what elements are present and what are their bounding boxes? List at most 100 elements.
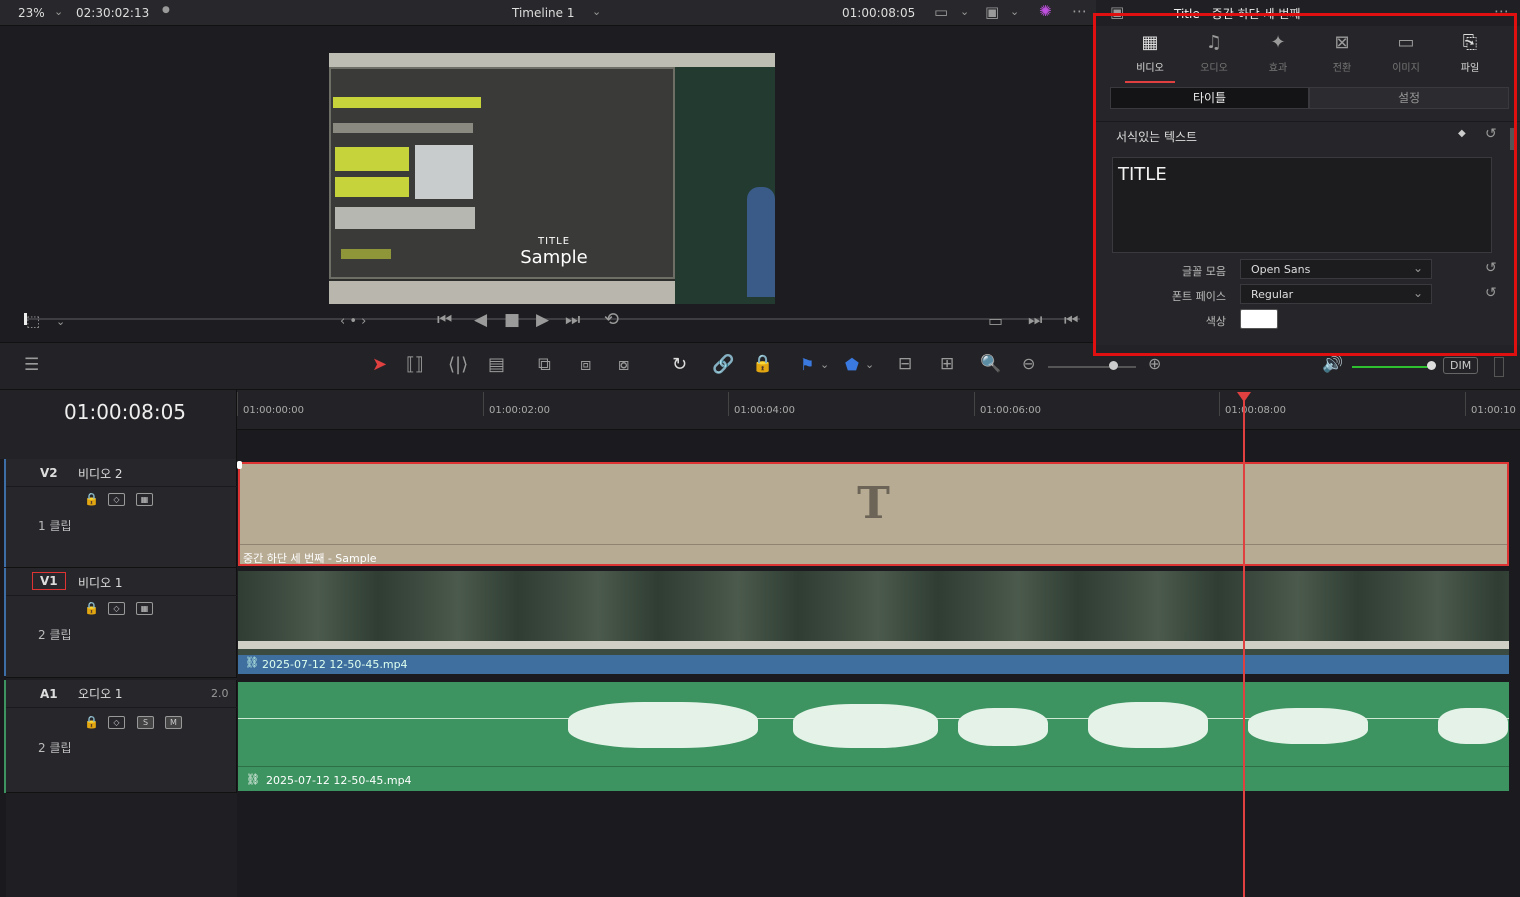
chevron-down-icon[interactable]: ⌄: [1010, 6, 1019, 17]
monitor-stand: [329, 281, 675, 304]
replace-clip-icon[interactable]: ⧇: [618, 356, 629, 374]
timeline-spacer: [237, 430, 1520, 459]
timeline-header: 01:00:08:05: [0, 390, 237, 459]
ruler-tick: 01:00:08:00: [1225, 405, 1287, 416]
waveform: [1248, 708, 1368, 744]
track-enable-icon[interactable]: ▦: [136, 493, 153, 506]
linked-selection-icon[interactable]: 🔗: [712, 356, 734, 374]
zoom-slider[interactable]: [1048, 366, 1136, 368]
overwrite-clip-icon[interactable]: ⧈: [580, 356, 591, 374]
presenter: [747, 187, 775, 297]
volume-slider[interactable]: [1352, 366, 1432, 368]
timeline-options-icon[interactable]: ☰: [24, 357, 39, 374]
playhead-handle[interactable]: [1237, 392, 1251, 402]
ruler-tick: 01:00:10: [1471, 405, 1516, 416]
color-wheel-icon[interactable]: ✺: [1039, 4, 1052, 19]
auto-select-icon[interactable]: ◇: [108, 493, 125, 506]
hq-icon[interactable]: ▣: [985, 5, 999, 20]
go-to-end-icon[interactable]: ⏭: [565, 312, 580, 329]
zoom-custom-icon[interactable]: 🔍: [980, 356, 1001, 373]
play-reverse-icon[interactable]: ◀: [474, 312, 487, 329]
highlight-frame: [1093, 13, 1517, 356]
clip-handle[interactable]: [237, 461, 242, 469]
dim-button[interactable]: DIM: [1443, 357, 1479, 374]
green-wall: [675, 67, 775, 304]
track-id[interactable]: V1: [32, 572, 66, 590]
stop-icon[interactable]: ■: [504, 312, 520, 329]
zoom-in-icon[interactable]: ⊕: [1148, 356, 1161, 372]
chevron-down-icon[interactable]: ⌄: [56, 316, 65, 327]
link-icon: ⛓: [246, 773, 260, 786]
clip-label: 중간 하단 세 번째 - Sample: [243, 552, 377, 565]
flag-icon[interactable]: ⚑: [800, 357, 814, 373]
chevron-down-icon[interactable]: ⌄: [592, 6, 601, 17]
more-options-icon[interactable]: ⋯: [1072, 4, 1087, 19]
zoom-slider-handle[interactable]: [1109, 361, 1118, 370]
record-timecode: 01:00:08:05: [842, 6, 916, 20]
timeline-playhead[interactable]: [1243, 392, 1245, 897]
track-id: V2: [40, 466, 58, 480]
viewer-scrubber[interactable]: [24, 318, 1080, 320]
clip-label-bar: [238, 655, 1509, 674]
mute-button[interactable]: M: [165, 716, 182, 729]
jog-icon[interactable]: ‹ • ›: [340, 315, 366, 328]
dynamic-trim-icon[interactable]: ⟨|⟩: [448, 356, 468, 374]
go-to-start-icon[interactable]: ⏮: [437, 312, 452, 329]
chevron-down-icon[interactable]: ⌄: [820, 359, 829, 370]
waveform: [958, 708, 1048, 746]
track-enable-icon[interactable]: ▦: [136, 602, 153, 615]
lock-icon[interactable]: 🔒: [84, 716, 99, 728]
solo-button[interactable]: S: [137, 716, 154, 729]
lock-icon[interactable]: 🔒: [84, 493, 99, 505]
viewer-top-bar: 23% ⌄ 02:30:02:13 ● Timeline 1 ⌄ 01:00:0…: [0, 0, 1096, 26]
clip-count: 2 클립: [38, 741, 72, 755]
ruler-tick: 01:00:00:00: [243, 405, 305, 416]
marker-icon[interactable]: ⬟: [845, 357, 859, 373]
video-clip[interactable]: ⛓ 2025-07-12 12-50-45.mp4: [238, 571, 1509, 674]
zoom-detail-icon[interactable]: ⊞: [940, 356, 954, 373]
lock-icon[interactable]: 🔒: [84, 602, 99, 614]
track-header-v2[interactable]: V2 비디오 2 🔒 ◇ ▦ 1 클립: [6, 459, 237, 568]
track-name[interactable]: 비디오 2: [78, 465, 123, 482]
ruler-tick: 01:00:06:00: [980, 405, 1042, 416]
zoom-full-icon[interactable]: ⊟: [898, 356, 912, 373]
timeline-timecode[interactable]: 01:00:08:05: [64, 400, 186, 424]
meter: [1494, 357, 1504, 377]
safe-area-icon[interactable]: ⬚: [26, 314, 40, 329]
speaker-icon[interactable]: 🔊: [1322, 356, 1343, 373]
snapping-icon[interactable]: ↻: [672, 356, 687, 374]
track-id: A1: [40, 687, 58, 701]
prev-edit-icon[interactable]: ⏮: [1064, 312, 1078, 328]
waveform: [1438, 708, 1508, 744]
track-header-a1[interactable]: A1 오디오 1 2.0 🔒 ◇ S M 2 클립: [6, 680, 237, 793]
monitor-screen: TITLE Sample: [329, 67, 675, 279]
timeline-ruler[interactable]: 01:00:00:00 01:00:02:00 01:00:04:00 01:0…: [237, 390, 1520, 430]
chevron-down-icon[interactable]: ⌄: [865, 359, 874, 370]
chevron-down-icon[interactable]: ⌄: [960, 6, 969, 17]
zoom-out-icon[interactable]: ⊖: [1022, 356, 1035, 372]
track-name[interactable]: 오디오 1: [78, 685, 123, 702]
auto-select-icon[interactable]: ◇: [108, 602, 125, 615]
match-frame-icon[interactable]: ▭: [988, 313, 1003, 329]
position-lock-icon[interactable]: 🔒: [752, 356, 773, 373]
timeline-name[interactable]: Timeline 1: [512, 6, 574, 20]
track-name[interactable]: 비디오 1: [78, 574, 123, 591]
audio-clip[interactable]: ⛓ 2025-07-12 12-50-45.mp4: [238, 682, 1509, 791]
clip-label: 2025-07-12 12-50-45.mp4: [262, 658, 408, 671]
video-frame[interactable]: TITLE Sample: [329, 53, 775, 304]
auto-select-icon[interactable]: ◇: [108, 716, 125, 729]
loop-icon[interactable]: ⟲: [604, 311, 619, 329]
next-edit-icon[interactable]: ⏭: [1028, 312, 1042, 328]
play-icon[interactable]: ▶: [536, 312, 549, 329]
zoom-level[interactable]: 23%: [18, 6, 45, 20]
blade-tool-icon[interactable]: ▤: [488, 356, 505, 374]
volume-slider-handle[interactable]: [1427, 361, 1436, 370]
title-clip[interactable]: T 중간 하단 세 번째 - Sample: [238, 462, 1509, 566]
trim-tool-icon[interactable]: ⟦⟧: [406, 356, 424, 374]
viewer-mode-icon[interactable]: ▭: [934, 5, 948, 20]
insert-clip-icon[interactable]: ⧉: [538, 356, 551, 374]
chevron-down-icon[interactable]: ⌄: [54, 6, 63, 17]
ruler-tick: 01:00:02:00: [489, 405, 551, 416]
selection-tool-icon[interactable]: ➤: [372, 356, 387, 374]
track-header-v1[interactable]: V1 비디오 1 🔒 ◇ ▦ 2 클립: [6, 568, 237, 678]
